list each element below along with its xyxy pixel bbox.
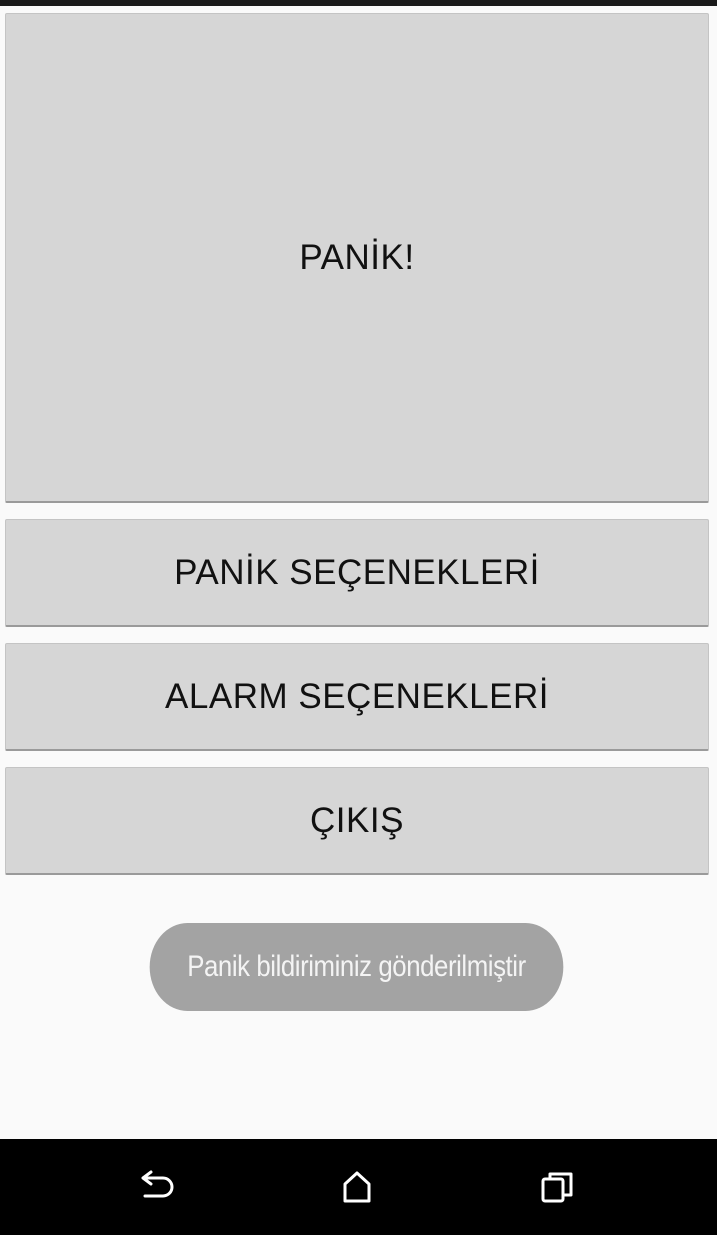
toast-notification: Panik bildiriminiz gönderilmiştir xyxy=(149,923,564,1011)
alarm-options-button[interactable]: ALARM SEÇENEKLERİ xyxy=(5,643,709,751)
panic-options-button-label: PANİK SEÇENEKLERİ xyxy=(174,552,540,592)
panic-options-button[interactable]: PANİK SEÇENEKLERİ xyxy=(5,519,709,627)
navigation-bar xyxy=(0,1139,717,1235)
panic-button[interactable]: PANİK! xyxy=(5,13,709,503)
home-icon xyxy=(343,1171,371,1203)
back-button[interactable] xyxy=(133,1163,181,1211)
status-bar-edge xyxy=(0,0,717,6)
exit-button-label: ÇIKIŞ xyxy=(310,800,404,840)
toast-message: Panik bildiriminiz gönderilmiştir xyxy=(187,950,526,983)
home-button[interactable] xyxy=(333,1163,381,1211)
exit-button[interactable]: ÇIKIŞ xyxy=(5,767,709,875)
recents-button[interactable] xyxy=(533,1163,581,1211)
panic-button-label: PANİK! xyxy=(299,237,415,277)
back-icon xyxy=(141,1170,174,1198)
alarm-options-button-label: ALARM SEÇENEKLERİ xyxy=(165,676,549,716)
recents-icon xyxy=(541,1172,573,1203)
